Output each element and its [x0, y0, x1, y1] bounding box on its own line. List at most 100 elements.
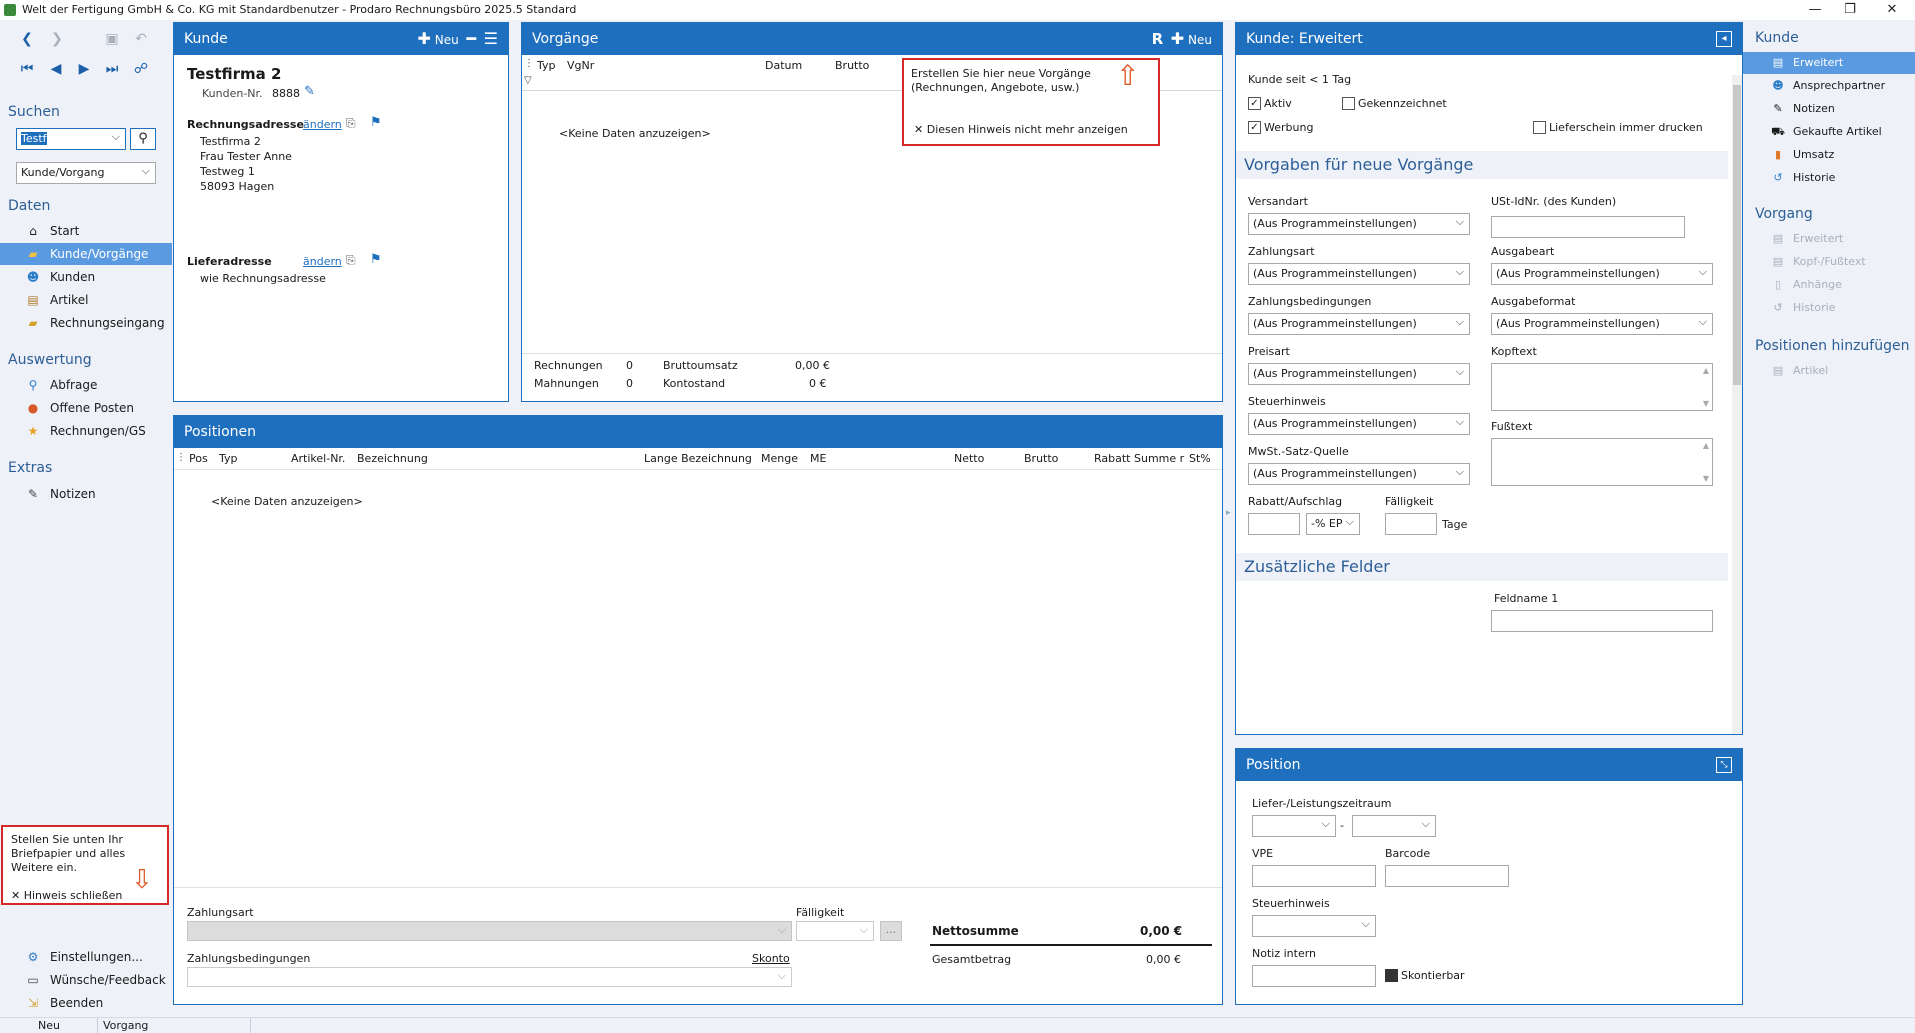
close-button[interactable]: ✕ — [1872, 0, 1912, 20]
column-header[interactable]: ME — [810, 452, 826, 465]
faelligkeit-input[interactable] — [1385, 513, 1437, 535]
vorgaenge-hint-dismiss[interactable]: ✕ Diesen Hinweis nicht mehr anzeigen — [914, 123, 1128, 136]
nav-rechnungseingang[interactable]: ▰ Rechnungseingang — [0, 312, 172, 334]
menu-icon[interactable]: ☰ — [484, 29, 498, 48]
r-button[interactable]: R — [1152, 30, 1164, 48]
rightnav-erweitert[interactable]: ▤ Erweitert — [1743, 52, 1915, 74]
versandart-select[interactable]: (Aus Programmeinstellungen) — [1248, 212, 1470, 235]
column-header[interactable]: Artikel-Nr. — [291, 452, 345, 465]
fusstext-textarea[interactable]: ▲ ▼ — [1491, 438, 1713, 486]
vorgaenge-new-button[interactable]: ✚ Neu — [1171, 29, 1212, 48]
faelligkeit-date[interactable]: ⌵ — [796, 921, 874, 941]
ustid-input[interactable] — [1491, 216, 1685, 238]
undo-icon[interactable]: ↶ — [132, 30, 150, 48]
zahlungsbedingungen-select[interactable]: (Aus Programmeinstellungen) — [1248, 312, 1470, 335]
erweitert-scrollbar[interactable] — [1732, 75, 1742, 734]
rightnav-gekaufte-artikel[interactable]: ⛟ Gekaufte Artikel — [1743, 121, 1915, 143]
nav-start[interactable]: ⌂ Start — [0, 220, 172, 242]
vpe-input[interactable] — [1252, 865, 1376, 887]
mwst-quelle-select[interactable]: (Aus Programmeinstellungen) — [1248, 462, 1470, 485]
first-record-icon[interactable]: ⏮ — [18, 60, 36, 78]
column-header[interactable]: Netto — [954, 452, 984, 465]
rightnav-kopf-fusstext[interactable]: ▤ Kopf-/Fußtext — [1743, 251, 1915, 273]
rabatt-unit-select[interactable]: -% EP — [1306, 512, 1360, 535]
skonto-link[interactable]: Skonto — [752, 952, 790, 965]
zahlungsart-select[interactable]: ⌵ — [187, 921, 792, 941]
column-header[interactable]: Rabatt — [1094, 452, 1131, 465]
kunde-new-button[interactable]: ✚ Neu ━ ☰ — [418, 23, 498, 56]
column-header[interactable]: Menge — [761, 452, 798, 465]
prev-record-icon[interactable]: ◀ — [47, 60, 65, 78]
liefer-to-select[interactable] — [1352, 814, 1436, 837]
column-header[interactable]: Typ — [219, 452, 238, 465]
minimize-button[interactable]: — — [1795, 0, 1835, 20]
scroll-up-icon[interactable]: ▲ — [1703, 441, 1709, 450]
ausgabeformat-select[interactable]: (Aus Programmeinstellungen) — [1491, 312, 1713, 335]
preisart-select[interactable]: (Aus Programmeinstellungen) — [1248, 362, 1470, 385]
gekennzeichnet-checkbox[interactable] — [1342, 97, 1355, 110]
skontierbar-checkbox[interactable] — [1385, 969, 1398, 982]
kopftext-textarea[interactable]: ▲ ▼ — [1491, 363, 1713, 411]
user-filter-icon[interactable]: ☍ — [132, 60, 150, 78]
nav-notizen[interactable]: ✎ Notizen — [0, 483, 172, 505]
nav-kunden[interactable]: ☻ Kunden — [0, 266, 172, 288]
column-header[interactable]: Brutto — [1024, 452, 1058, 465]
rightnav-umsatz[interactable]: ▮ Umsatz — [1743, 144, 1915, 166]
scroll-down-icon[interactable]: ▼ — [1703, 474, 1709, 483]
filter-icon[interactable]: ▽ — [524, 75, 532, 86]
rechnungsadresse-aendern-link[interactable]: ändern — [303, 118, 342, 131]
aktiv-checkbox[interactable]: ✓ — [1248, 97, 1261, 110]
liefer-from-select[interactable] — [1252, 814, 1336, 837]
column-header[interactable]: Datum — [765, 59, 802, 72]
map-pin-icon[interactable]: ⚑ — [370, 252, 382, 267]
steuerhinweis-select[interactable]: (Aus Programmeinstellungen) — [1248, 412, 1470, 435]
column-header[interactable]: Brutto — [835, 59, 869, 72]
column-header[interactable]: Summe r — [1134, 452, 1184, 465]
left-hint-close[interactable]: ✕ Hinweis schließen — [11, 889, 122, 902]
rightnav-anhaenge[interactable]: ▯ Anhänge — [1743, 274, 1915, 296]
faelligkeit-ellipsis-button[interactable]: ... — [880, 921, 902, 941]
nav-rechnungen-gs[interactable]: ★ Rechnungen/GS — [0, 420, 172, 442]
search-button[interactable]: ⚲ — [130, 128, 156, 150]
column-header[interactable]: VgNr — [567, 59, 594, 72]
rightnav-artikel[interactable]: ▤ Artikel — [1743, 360, 1915, 382]
column-chooser-icon[interactable]: ⋮ — [176, 452, 186, 463]
feldname1-input[interactable] — [1491, 610, 1713, 632]
copy-icon[interactable]: ⎘ — [346, 116, 356, 131]
rightnav-notizen[interactable]: ✎ Notizen — [1743, 98, 1915, 120]
rightnav-historie[interactable]: ↺ Historie — [1743, 167, 1915, 189]
splitter-handle-icon[interactable]: ▸ — [1226, 508, 1231, 518]
rightnav-vorgang-historie[interactable]: ↺ Historie — [1743, 297, 1915, 319]
lieferadresse-aendern-link[interactable]: ändern — [303, 255, 342, 268]
maximize-button[interactable]: ❐ — [1830, 0, 1870, 20]
lieferschein-checkbox[interactable] — [1533, 121, 1546, 134]
minus-icon[interactable]: ━ — [466, 29, 476, 48]
nav-beenden[interactable]: ⇲ Beenden — [0, 992, 172, 1014]
nav-feedback[interactable]: ▭ Wünsche/Feedback — [0, 969, 172, 991]
steuerhinweis-select[interactable] — [1252, 914, 1376, 937]
search-input[interactable]: Testf — [16, 127, 126, 150]
search-scope-select[interactable]: Kunde/Vorgang — [16, 161, 156, 184]
column-header[interactable]: Pos — [189, 452, 208, 465]
copy-icon[interactable]: ⎘ — [346, 253, 356, 268]
column-header[interactable]: Typ — [537, 59, 556, 72]
map-pin-icon[interactable]: ⚑ — [370, 115, 382, 130]
last-record-icon[interactable]: ⏭ — [103, 60, 121, 78]
back-icon[interactable]: ❮ — [18, 30, 36, 48]
nav-kunde-vorgaenge[interactable]: ▰ Kunde/Vorgänge — [0, 243, 172, 265]
next-record-icon[interactable]: ▶ — [75, 60, 93, 78]
edit-icon[interactable]: ✎ — [304, 84, 315, 99]
save-icon[interactable]: ▣ — [103, 30, 121, 48]
zahlungsbedingungen-select[interactable]: ⌵ — [187, 967, 792, 987]
rightnav-vorgang-erweitert[interactable]: ▤ Erweitert — [1743, 228, 1915, 250]
barcode-input[interactable] — [1385, 865, 1509, 887]
nav-abfrage[interactable]: ⚲ Abfrage — [0, 374, 172, 396]
scroll-up-icon[interactable]: ▲ — [1703, 366, 1709, 375]
column-header[interactable]: Bezeichnung — [357, 452, 428, 465]
nav-artikel[interactable]: ▤ Artikel — [0, 289, 172, 311]
column-header[interactable]: St% — [1189, 452, 1211, 465]
expand-panel-icon[interactable]: ⤡ — [1716, 757, 1732, 773]
rabatt-input[interactable] — [1248, 513, 1300, 535]
rightnav-ansprechpartner[interactable]: ☻ Ansprechpartner — [1743, 75, 1915, 97]
forward-icon[interactable]: ❯ — [48, 30, 66, 48]
